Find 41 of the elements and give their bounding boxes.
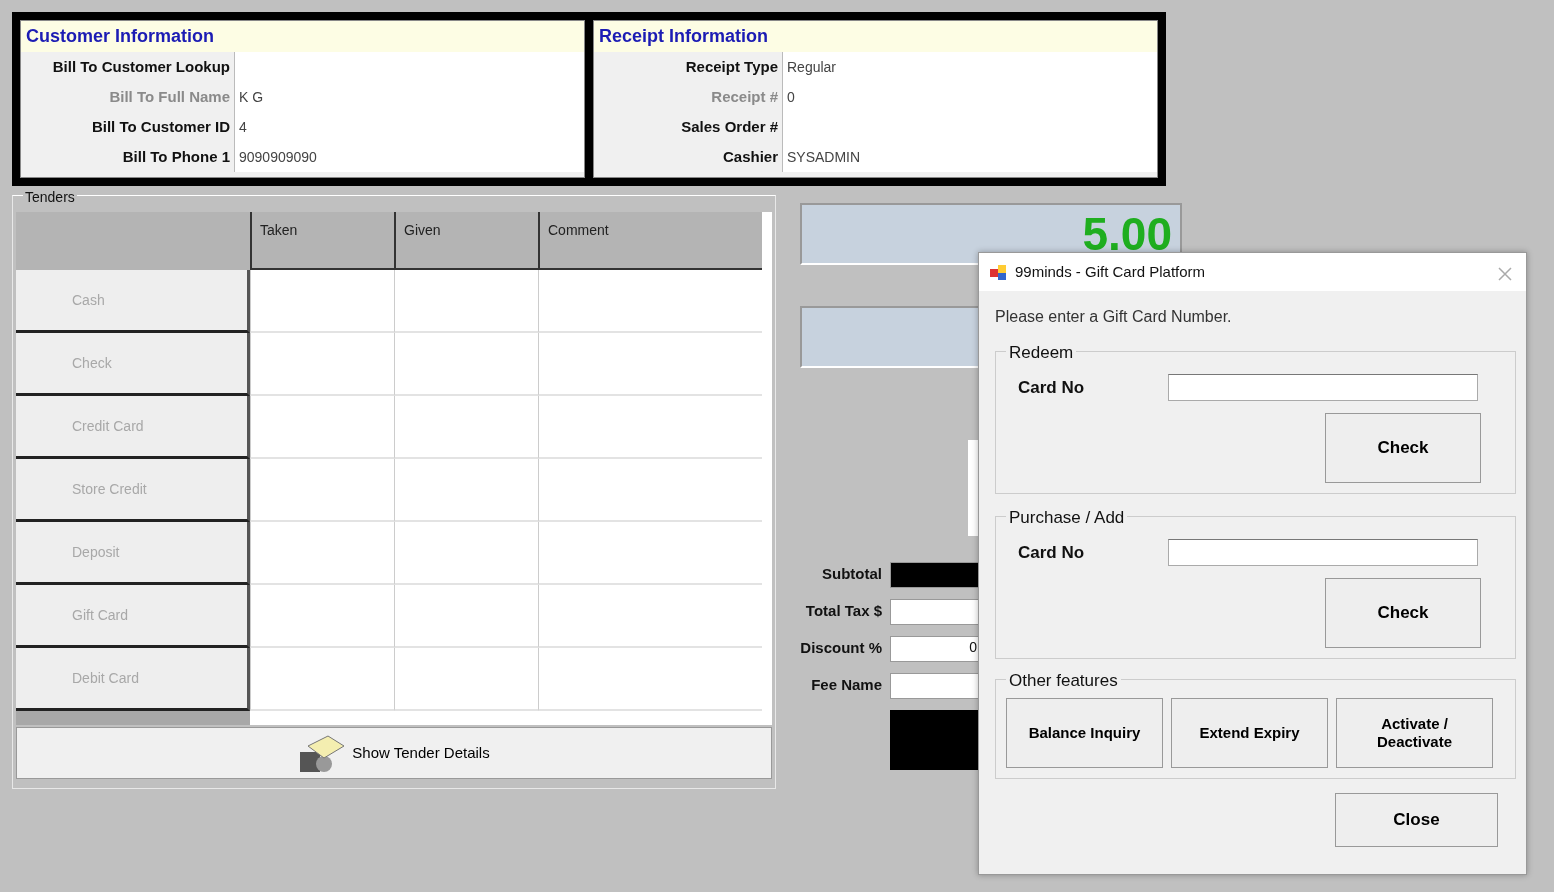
field-label: Bill To Customer ID [90,117,231,137]
prompt-text: Please enter a Gift Card Number. [995,307,1233,327]
field-label: Card No [1018,541,1086,564]
field-label: Receipt Type [684,57,779,77]
column-header: Taken [250,212,394,270]
card-number-field[interactable] [1168,539,1478,566]
field-label: Sales Order # [680,117,779,137]
check-button[interactable]: Check [1325,413,1481,483]
feature-button[interactable]: Extend Expiry [1171,698,1328,768]
field-label: Discount % [800,638,882,659]
field-label: Card No [1018,376,1086,399]
field-value: 4 [234,112,584,142]
close-button[interactable]: Close [1335,793,1498,847]
feature-button[interactable]: Activate / Deactivate [1336,698,1493,768]
field-value: 9090909090 [234,142,584,172]
column-header: Given [394,212,538,270]
field-label: Fee Name [810,675,882,696]
field-label: Bill To Phone 1 [121,147,231,167]
close-icon [1498,266,1512,281]
value-field[interactable] [890,561,980,588]
field-value: 0 [782,82,1157,112]
field-value: SYSADMIN [782,142,1157,172]
field-label: Total Tax $ [804,601,882,622]
field-value: Regular [782,52,1157,82]
panel-title: Customer Information [21,21,584,52]
card-number-field[interactable] [1168,374,1478,401]
field-label: Subtotal [821,564,882,585]
panel-title: Receipt Information [594,21,1157,52]
app-icon [989,263,1007,281]
check-button[interactable]: Check [1325,578,1481,648]
field-label: Bill To Full Name [108,87,231,107]
column-header: Comment [538,212,762,270]
value-field[interactable] [890,672,980,699]
value-field[interactable]: 0 [890,635,980,662]
field-label: Bill To Customer Lookup [51,57,231,77]
value-field[interactable] [890,598,980,625]
field-label: Receipt # [710,87,779,107]
feature-button[interactable]: Balance Inquiry [1006,698,1163,768]
show-details-button[interactable]: Show Tender Details [16,727,772,779]
field-label: Cashier [721,147,779,167]
field-value: K G [234,82,584,112]
